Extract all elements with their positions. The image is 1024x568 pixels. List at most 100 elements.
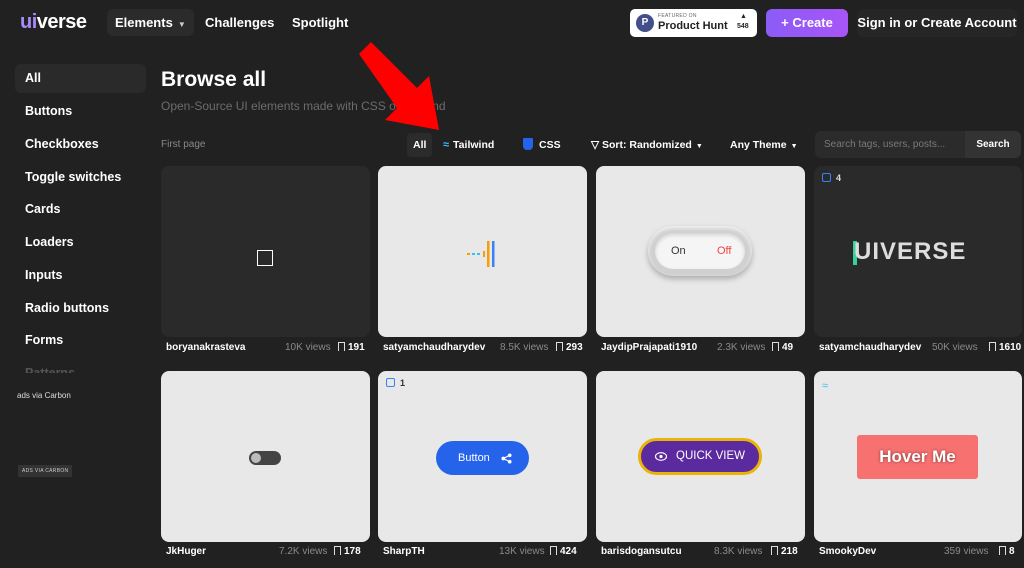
filter-css[interactable]: CSS <box>517 133 567 157</box>
theme-dropdown[interactable]: Any Theme ▼ <box>724 133 804 157</box>
search-button[interactable]: Search <box>965 131 1021 158</box>
card-views: 7.2K views <box>279 546 328 557</box>
search-input[interactable] <box>815 131 965 158</box>
bookmark-icon <box>334 546 341 555</box>
sidebar-item-cards[interactable]: Cards <box>15 195 146 224</box>
first-page-link[interactable]: First page <box>161 139 205 150</box>
card-author[interactable]: boryanakrasteva <box>166 342 246 353</box>
text-preview: UIVERSE <box>854 238 967 265</box>
sidebar-item-checkboxes[interactable]: Checkboxes <box>15 130 146 159</box>
product-hunt-featured-label: FEATURED ON <box>658 13 697 19</box>
bookmark-count[interactable]: 191 <box>338 342 365 353</box>
sidebar-item-all[interactable]: All <box>15 64 146 93</box>
card-meta: SharpTH 13K views 424 <box>378 546 587 562</box>
plus-icon: + <box>781 15 793 30</box>
card-author[interactable]: SharpTH <box>383 546 425 557</box>
switch-preview <box>249 451 281 465</box>
card-preview[interactable] <box>161 166 370 337</box>
bookmark-icon <box>550 546 557 555</box>
card-preview[interactable]: 1 Button <box>378 371 587 542</box>
card-meta: satyamchaudharydev 8.5K views 293 <box>378 342 587 358</box>
card-author[interactable]: barisdogansutcu <box>601 546 682 557</box>
card-meta: SmookyDev 359 views 8 <box>814 546 1023 562</box>
sort-dropdown[interactable]: ▽ Sort: Randomized ▼ <box>585 133 709 157</box>
card-views: 2.3K views <box>717 342 766 353</box>
ads-via-carbon-badge[interactable]: ADS VIA CARBON <box>18 465 73 477</box>
uiverse-logo[interactable]: uiverse <box>20 11 87 34</box>
carbon-ad-image[interactable]: ads via Carbon <box>17 391 71 400</box>
card-author[interactable]: satyamchaudharydev <box>383 342 485 353</box>
product-hunt-name: Product Hunt <box>658 20 728 32</box>
sidebar-item-toggle-switches[interactable]: Toggle switches <box>15 163 146 192</box>
chevron-down-icon: ▼ <box>695 143 703 150</box>
switch-knob <box>251 453 261 463</box>
card-meta: barisdogansutcu 8.3K views 218 <box>596 546 805 562</box>
tailwind-icon: ≈ <box>443 139 450 151</box>
upvote-icon: ▲ <box>740 13 747 20</box>
signin-button[interactable]: Sign in or Create Account <box>857 9 1017 37</box>
quick-view-button-preview: QUICK VIEW <box>638 438 762 475</box>
sidebar-item-buttons[interactable]: Buttons <box>15 97 146 126</box>
bookmark-count[interactable]: 8 <box>999 546 1015 557</box>
filter-tailwind[interactable]: ≈ Tailwind <box>437 133 500 157</box>
sidebar-item-radio-buttons[interactable]: Radio buttons <box>15 294 146 323</box>
card-views: 13K views <box>499 546 545 557</box>
bookmark-count[interactable]: 1610 <box>989 342 1021 353</box>
bookmark-icon <box>999 546 1006 555</box>
card-views: 8.5K views <box>500 342 549 353</box>
bookmark-icon <box>556 342 563 351</box>
sidebar-item-patterns[interactable]: Patterns <box>15 359 146 373</box>
sidebar-item-loaders[interactable]: Loaders <box>15 228 146 257</box>
variant-count-badge: 4 <box>822 173 841 183</box>
bookmark-count[interactable]: 424 <box>550 546 577 557</box>
bookmark-count[interactable]: 178 <box>334 546 361 557</box>
card-author[interactable]: SmookyDev <box>819 546 876 557</box>
variants-icon <box>386 378 395 387</box>
card-views: 50K views <box>932 342 978 353</box>
card-preview[interactable] <box>161 371 370 542</box>
bookmark-icon <box>989 342 996 351</box>
toggle-off-label: Off <box>717 245 732 257</box>
card-preview[interactable] <box>378 166 587 337</box>
eye-icon <box>655 452 667 461</box>
filter-all[interactable]: All <box>407 133 433 157</box>
page-title: Browse all <box>161 68 267 91</box>
product-hunt-icon: P <box>636 14 654 32</box>
bookmark-icon <box>772 342 779 351</box>
card-views: 10K views <box>285 342 331 353</box>
card-meta: JaydipPrajapati1910 2.3K views 49 <box>596 342 805 358</box>
nav-spotlight-link[interactable]: Spotlight <box>284 9 356 36</box>
bookmark-icon <box>771 546 778 555</box>
nav-challenges-link[interactable]: Challenges <box>197 9 282 36</box>
bookmark-count[interactable]: 293 <box>556 342 583 353</box>
card-author[interactable]: JaydipPrajapati1910 <box>601 342 697 353</box>
sidebar-item-forms[interactable]: Forms <box>15 326 146 355</box>
top-nav: uiverse Elements ▼ Challenges Spotlight P… <box>0 0 1024 44</box>
card-preview[interactable]: QUICK VIEW <box>596 371 805 542</box>
product-hunt-badge[interactable]: P FEATURED ON Product Hunt ▲ 548 <box>630 9 757 37</box>
create-button[interactable]: + Create <box>766 9 848 37</box>
bookmark-count[interactable]: 218 <box>771 546 798 557</box>
button-preview: Button <box>436 441 529 475</box>
nav-elements-button[interactable]: Elements ▼ <box>107 9 194 36</box>
product-hunt-count: 548 <box>737 23 749 30</box>
chevron-down-icon: ▼ <box>790 143 798 150</box>
loader-preview <box>467 241 495 267</box>
card-views: 359 views <box>944 546 989 557</box>
hover-button-preview: Hover Me <box>857 435 978 479</box>
toggle-on-label: On <box>671 245 686 257</box>
card-preview[interactable]: On Off <box>596 166 805 337</box>
card-author[interactable]: JkHuger <box>166 546 206 557</box>
card-meta: boryanakrasteva 10K views 191 <box>161 342 370 358</box>
red-annotation-arrow <box>359 42 439 130</box>
sidebar-item-inputs[interactable]: Inputs <box>15 261 146 290</box>
card-meta: JkHuger 7.2K views 178 <box>161 546 370 562</box>
card-meta: satyamchaudharydev 50K views 1610 <box>814 342 1023 358</box>
card-preview[interactable]: 4 UIVERSE <box>814 166 1022 337</box>
card-views: 8.3K views <box>714 546 763 557</box>
toggle-preview: On Off <box>648 226 752 276</box>
bookmark-count[interactable]: 49 <box>772 342 793 353</box>
card-preview[interactable]: ≈ Hover Me <box>814 371 1022 542</box>
card-author[interactable]: satyamchaudharydev <box>819 342 921 353</box>
toggle-track: On Off <box>655 233 745 269</box>
